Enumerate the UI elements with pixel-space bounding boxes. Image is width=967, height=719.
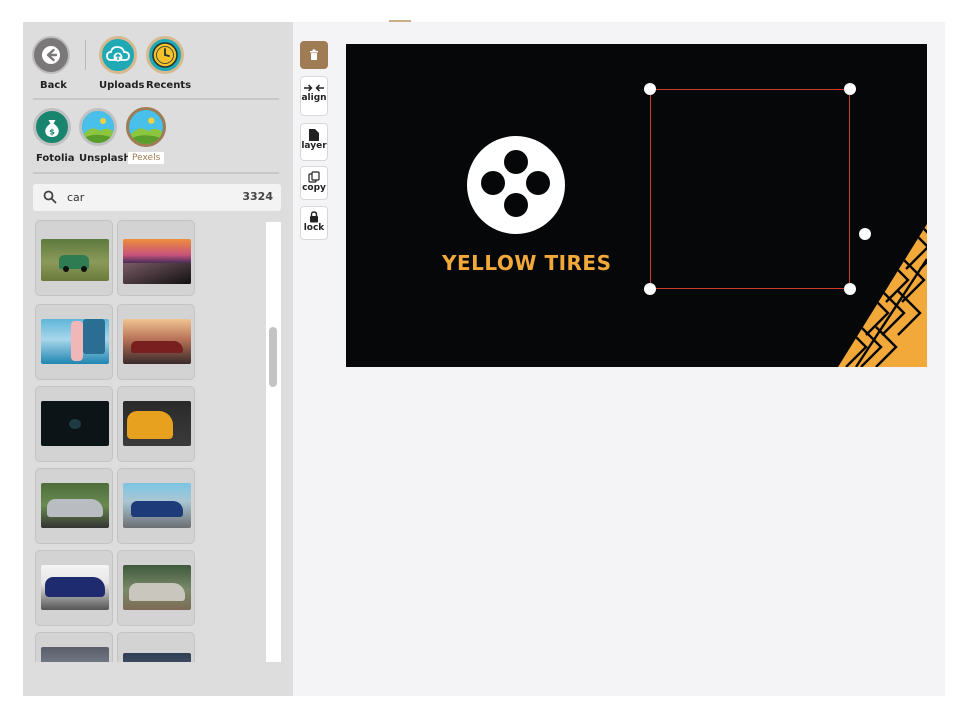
yellow-audi-image — [123, 401, 191, 446]
svg-text:$: $ — [49, 128, 55, 137]
car-partial-2-image — [123, 653, 191, 662]
recents-label: Recents — [146, 80, 192, 91]
resize-handle-top-left[interactable] — [644, 83, 656, 95]
lock-button[interactable]: lock — [300, 206, 328, 240]
dark-car-interior-image — [41, 401, 109, 446]
layer-label: layer — [301, 141, 327, 151]
image-result[interactable] — [117, 632, 195, 662]
unsplash-label: Unsplash — [79, 153, 131, 164]
copy-label: copy — [302, 183, 326, 193]
red-classic-car-image — [123, 319, 191, 364]
copy-icon — [308, 171, 320, 183]
rusty-old-car-image — [123, 565, 191, 610]
clock-icon — [152, 42, 178, 68]
cloud-upload-icon — [106, 46, 130, 62]
silver-mercedes-image — [41, 483, 109, 528]
road-sunset-image — [123, 239, 191, 284]
fotolia-button[interactable]: $ — [33, 108, 71, 146]
image-result[interactable] — [117, 386, 195, 462]
unsplash-button[interactable] — [79, 108, 117, 146]
resize-handle-top-right[interactable] — [844, 83, 856, 95]
back-label: Back — [40, 80, 67, 91]
rally-car-image — [123, 483, 191, 528]
search-bar[interactable]: 3324 — [33, 184, 281, 211]
layer-button[interactable]: layer — [300, 123, 328, 161]
image-result[interactable] — [35, 386, 113, 462]
image-result[interactable] — [117, 304, 195, 380]
align-button[interactable]: align — [300, 76, 328, 116]
lock-icon — [310, 211, 318, 223]
scrollbar-thumb[interactable] — [269, 327, 277, 387]
landscape-icon — [129, 110, 163, 144]
uploads-button[interactable] — [99, 36, 137, 74]
woman-car-door-image — [41, 319, 109, 364]
nav-divider — [85, 40, 86, 70]
image-result[interactable] — [117, 220, 195, 296]
brand-text[interactable]: YELLOW TIRES — [442, 251, 612, 275]
align-arrows-icon — [304, 84, 324, 92]
back-button[interactable] — [32, 36, 70, 74]
image-result[interactable] — [117, 550, 195, 626]
rotate-handle[interactable] — [859, 228, 871, 240]
selection-box[interactable] — [650, 89, 850, 289]
sources-divider — [33, 172, 279, 174]
green-mini-car-image — [41, 239, 109, 281]
pexels-button[interactable] — [126, 107, 166, 147]
money-bag-icon: $ — [45, 120, 59, 137]
landscape-icon — [82, 111, 114, 143]
align-label: align — [301, 93, 327, 103]
recents-button[interactable] — [146, 36, 184, 74]
image-results-list — [33, 220, 283, 662]
image-result[interactable] — [117, 468, 195, 544]
image-result[interactable] — [35, 468, 113, 544]
pexels-label: Pexels — [128, 152, 165, 164]
arrow-left-icon — [42, 46, 60, 64]
delete-button[interactable] — [300, 41, 328, 69]
car-partial-1-image — [41, 647, 109, 662]
resize-handle-bottom-left[interactable] — [644, 283, 656, 295]
image-result[interactable] — [35, 550, 113, 626]
trash-icon — [310, 49, 318, 60]
tire-logo-icon — [467, 136, 565, 234]
image-result[interactable] — [35, 632, 113, 662]
lock-label: lock — [303, 223, 325, 233]
scrollbar-track[interactable] — [266, 222, 281, 662]
fotolia-label: Fotolia — [36, 153, 75, 164]
resize-handle-bottom-right[interactable] — [844, 283, 856, 295]
search-input[interactable] — [67, 189, 187, 205]
result-count: 3324 — [242, 190, 273, 203]
blue-audi-image — [41, 565, 109, 610]
nav-divider-horizontal — [33, 98, 279, 100]
image-result[interactable] — [35, 220, 113, 296]
copy-button[interactable]: copy — [300, 166, 328, 200]
image-result[interactable] — [35, 304, 113, 380]
document-icon — [309, 129, 319, 141]
uploads-label: Uploads — [99, 80, 145, 91]
search-icon — [43, 190, 57, 204]
